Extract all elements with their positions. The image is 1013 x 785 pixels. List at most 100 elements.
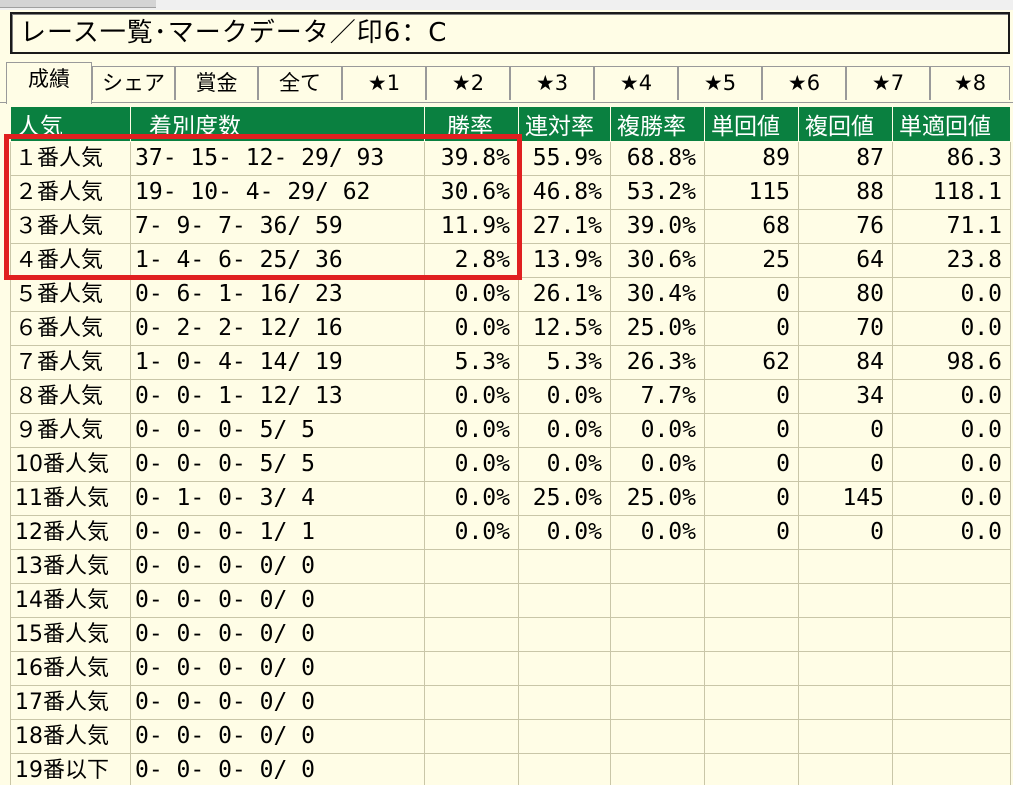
table-row[interactable]: ４番人気 1- 4- 6- 25/ 36 2.8% 13.9% 30.6% 25 64 23… (10, 243, 1011, 278)
table-row[interactable]: ８番人気 0- 0- 1- 12/ 13 0.0% 0.0% 7.7% 0 34 0.0 (10, 379, 1011, 414)
row-quinella-rate (518, 685, 611, 720)
row-adj-win-return (892, 753, 1011, 785)
row-place-rate: 26.3% (610, 345, 705, 380)
row-label: ９番人気 (10, 413, 131, 448)
row-quinella-rate: 0.0% (518, 447, 611, 482)
table-row[interactable]: １番人気 37- 15- 12- 29/ 93 39.8% 55.9% 68.8% 89 8… (10, 141, 1011, 176)
tab-star-6[interactable]: ★6 (762, 66, 846, 100)
row-win-return (704, 753, 799, 785)
tab-star-4[interactable]: ★4 (594, 66, 678, 100)
col-header-win-return[interactable]: 単回値 (704, 106, 799, 142)
row-label: ３番人気 (10, 209, 131, 244)
row-quinella-rate (518, 617, 611, 652)
tab-bar: 成績 シェア 賞金 全て ★1 ★2 ★3 ★4 ★5 ★6 ★7 ★8 (0, 62, 1013, 104)
row-quinella-rate: 12.5% (518, 311, 611, 346)
table-row[interactable]: ５番人気 0- 6- 1- 16/ 23 0.0% 26.1% 30.4% 0 80 0.0 (10, 277, 1011, 312)
row-win-return (704, 651, 799, 686)
table-row[interactable]: ３番人気 7- 9- 7- 36/ 59 11.9% 27.1% 39.0% 68 76 7… (10, 209, 1011, 244)
row-quinella-rate (518, 583, 611, 618)
row-win-return: 68 (704, 209, 799, 244)
row-label: ２番人気 (10, 175, 131, 210)
row-place-return: 87 (798, 141, 893, 176)
row-place-return: 88 (798, 175, 893, 210)
row-win-return (704, 719, 799, 754)
row-place-return (798, 719, 893, 754)
col-header-win-rate[interactable]: 勝率 (424, 106, 519, 142)
table-row[interactable]: 10番人気 0- 0- 0- 5/ 5 0.0% 0.0% 0.0% 0 0 0.0 (10, 447, 1011, 482)
row-quinella-rate (518, 651, 611, 686)
table-row[interactable]: ６番人気 0- 2- 2- 12/ 16 0.0% 12.5% 25.0% 0 70 0.0 (10, 311, 1011, 346)
tab-share[interactable]: シェア (92, 66, 175, 100)
row-label: 13番人気 (10, 549, 131, 584)
table-row[interactable]: 18番人気 0- 0- 0- 0/ 0 (10, 719, 1011, 754)
tab-star-2[interactable]: ★2 (426, 66, 510, 100)
table-row[interactable]: ７番人気 1- 0- 4- 14/ 19 5.3% 5.3% 26.3% 62 84 98.… (10, 345, 1011, 380)
row-win-return (704, 685, 799, 720)
table-row[interactable]: 15番人気 0- 0- 0- 0/ 0 (10, 617, 1011, 652)
table-row[interactable]: ２番人気 19- 10- 4- 29/ 62 30.6% 46.8% 53.2% 115 8… (10, 175, 1011, 210)
row-quinella-rate: 27.1% (518, 209, 611, 244)
col-header-adj-win-return[interactable]: 単適回値 (892, 106, 1011, 142)
row-win-return: 0 (704, 481, 799, 516)
row-win-rate (424, 583, 519, 618)
table-row[interactable]: 19番以下 0- 0- 0- 0/ 0 (10, 753, 1011, 785)
row-record: 0- 0- 0- 0/ 0 (130, 583, 425, 618)
row-record: 0- 2- 2- 12/ 16 (130, 311, 425, 346)
row-win-rate (424, 651, 519, 686)
table-row[interactable]: 14番人気 0- 0- 0- 0/ 0 (10, 583, 1011, 618)
row-record: 0- 1- 0- 3/ 4 (130, 481, 425, 516)
row-adj-win-return (892, 617, 1011, 652)
tab-star-7[interactable]: ★7 (846, 66, 930, 100)
row-place-return: 80 (798, 277, 893, 312)
top-strip-nub (0, 0, 156, 8)
row-win-return: 0 (704, 515, 799, 550)
table-row[interactable]: 13番人気 0- 0- 0- 0/ 0 (10, 549, 1011, 584)
row-place-rate: 30.4% (610, 277, 705, 312)
table-row[interactable]: 16番人気 0- 0- 0- 0/ 0 (10, 651, 1011, 686)
row-record: 1- 0- 4- 14/ 19 (130, 345, 425, 380)
row-win-rate: 0.0% (424, 311, 519, 346)
row-record: 37- 15- 12- 29/ 93 (130, 141, 425, 176)
table-row[interactable]: 12番人気 0- 0- 0- 1/ 1 0.0% 0.0% 0.0% 0 0 0.0 (10, 515, 1011, 550)
tab-seiseki[interactable]: 成績 (6, 62, 92, 104)
row-adj-win-return: 98.6 (892, 345, 1011, 380)
row-quinella-rate: 25.0% (518, 481, 611, 516)
col-header-record[interactable]: 着別度数 (130, 106, 425, 142)
tab-star-3[interactable]: ★3 (510, 66, 594, 100)
col-header-place-rate[interactable]: 複勝率 (610, 106, 705, 142)
tab-prize[interactable]: 賞金 (175, 66, 258, 100)
row-place-rate: 25.0% (610, 311, 705, 346)
col-header-quinella-rate[interactable]: 連対率 (518, 106, 611, 142)
row-win-return: 0 (704, 379, 799, 414)
row-win-rate: 0.0% (424, 447, 519, 482)
row-place-return (798, 753, 893, 785)
row-place-rate: 25.0% (610, 481, 705, 516)
tab-star-1[interactable]: ★1 (342, 66, 426, 100)
tab-all[interactable]: 全て (258, 66, 342, 100)
results-table: 人気 着別度数 勝率 連対率 複勝率 単回値 複回値 単適回値 １番人気 37- … (10, 106, 1011, 785)
row-adj-win-return (892, 719, 1011, 754)
row-record: 0- 0- 0- 1/ 1 (130, 515, 425, 550)
row-record: 0- 0- 0- 0/ 0 (130, 753, 425, 785)
row-place-rate (610, 651, 705, 686)
row-quinella-rate: 13.9% (518, 243, 611, 278)
row-win-return: 0 (704, 447, 799, 482)
row-label: ４番人気 (10, 243, 131, 278)
row-place-return: 0 (798, 515, 893, 550)
row-label: ７番人気 (10, 345, 131, 380)
row-place-rate (610, 583, 705, 618)
row-win-rate: 0.0% (424, 515, 519, 550)
row-quinella-rate: 55.9% (518, 141, 611, 176)
col-header-place-return[interactable]: 複回値 (798, 106, 893, 142)
row-label: 11番人気 (10, 481, 131, 516)
table-row[interactable]: 17番人気 0- 0- 0- 0/ 0 (10, 685, 1011, 720)
row-adj-win-return: 86.3 (892, 141, 1011, 176)
table-row[interactable]: ９番人気 0- 0- 0- 5/ 5 0.0% 0.0% 0.0% 0 0 0.0 (10, 413, 1011, 448)
row-place-return (798, 549, 893, 584)
col-header-popularity[interactable]: 人気 (10, 106, 131, 142)
row-record: 0- 0- 0- 5/ 5 (130, 413, 425, 448)
table-row[interactable]: 11番人気 0- 1- 0- 3/ 4 0.0% 25.0% 25.0% 0 145 0.0 (10, 481, 1011, 516)
row-quinella-rate: 5.3% (518, 345, 611, 380)
tab-star-5[interactable]: ★5 (678, 66, 762, 100)
tab-star-8[interactable]: ★8 (930, 66, 1010, 100)
